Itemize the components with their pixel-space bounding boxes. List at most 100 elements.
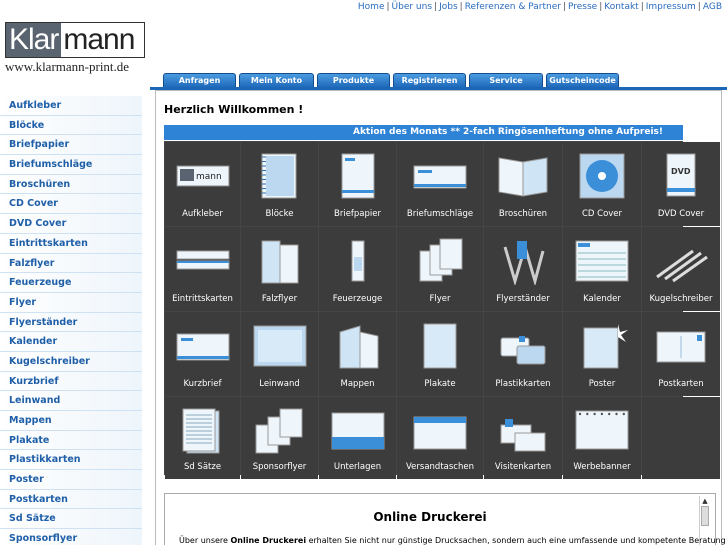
nav-separator: | — [562, 2, 566, 12]
product-label: CD Cover — [581, 209, 623, 219]
folder-icon — [330, 322, 386, 370]
topnav-link[interactable]: Über uns — [392, 2, 433, 12]
short-letter-icon — [175, 322, 231, 370]
sidebar-item[interactable]: Feuerzeuge — [0, 273, 142, 293]
topnav-link[interactable]: Kontakt — [604, 2, 638, 12]
sidebar-item[interactable]: Poster — [0, 470, 142, 490]
logo[interactable]: Klar mann www.klarmann-print.de — [5, 22, 145, 75]
sidebar-item[interactable]: Eintrittskarten — [0, 233, 142, 254]
product-tile[interactable]: Sponsorflyer — [241, 397, 318, 479]
tab-3[interactable]: Registrieren — [393, 73, 466, 88]
product-label: Aufkleber — [182, 209, 223, 219]
sidebar-item[interactable]: Plastikkarten — [0, 450, 142, 471]
product-tile[interactable]: Briefumschläge — [397, 142, 483, 226]
sidebar-item[interactable]: Kugelschreiber — [0, 351, 142, 372]
product-tile[interactable]: Sd Sätze — [165, 397, 240, 479]
sidebar-item[interactable]: Plakate — [0, 430, 142, 451]
product-tile[interactable]: Briefpapier — [319, 142, 396, 226]
product-tile[interactable]: Kalender — [563, 227, 641, 311]
sidebar-item[interactable]: Sponsorflyer — [0, 529, 142, 545]
sidebar-item[interactable]: Flyerständer — [0, 312, 142, 333]
tab-5[interactable]: Gutscheincode — [546, 73, 619, 88]
product-tile[interactable]: Poster — [563, 312, 641, 396]
topnav-link[interactable]: Referenzen & Partner — [465, 2, 561, 12]
tab-4[interactable]: Service — [469, 73, 543, 88]
product-tile[interactable]: Blöcke — [241, 142, 318, 226]
sidebar-item[interactable]: Kalender — [0, 332, 142, 352]
product-tile[interactable]: Kugelschreiber — [642, 227, 720, 311]
product-tile[interactable]: Broschüren — [484, 142, 562, 226]
product-label: Kurzbrief — [183, 379, 222, 389]
pen-icon — [653, 237, 709, 285]
product-label: Kalender — [583, 294, 621, 304]
product-tile[interactable]: Versandtaschen — [397, 397, 483, 479]
tab-2[interactable]: Produkte — [317, 73, 390, 88]
topnav-link[interactable]: AGB — [703, 2, 722, 12]
product-tile[interactable]: Werbebanner — [563, 397, 641, 479]
info-text-post: erhalten Sie nicht nur günstige Drucksac… — [306, 536, 726, 545]
product-tile[interactable]: Falzflyer — [241, 227, 318, 311]
promo-banner[interactable]: Aktion des Monats ** 2-fach Ringösenheft… — [164, 125, 683, 140]
product-label: Werbebanner — [573, 462, 631, 472]
scroll-thumb[interactable] — [701, 506, 709, 526]
sidebar-item[interactable]: Leinwand — [0, 391, 142, 411]
info-text-bold[interactable]: Online Druckerei — [231, 536, 307, 545]
product-label: Leinwand — [259, 379, 300, 389]
product-tile[interactable]: Visitenkarten — [484, 397, 562, 479]
postcard-icon — [653, 322, 709, 370]
product-tile[interactable]: Leinwand — [241, 312, 318, 396]
nav-separator: | — [386, 2, 390, 12]
ticket-icon — [175, 237, 231, 285]
topnav-link[interactable]: Impressum — [646, 2, 696, 12]
product-tile[interactable]: Kurzbrief — [165, 312, 240, 396]
product-tile[interactable]: Flyer — [397, 227, 483, 311]
sidebar-item[interactable]: Kurzbrief — [0, 371, 142, 392]
nav-separator: | — [459, 2, 463, 12]
cd-icon — [574, 152, 630, 200]
product-tile[interactable]: Eintrittskarten — [165, 227, 240, 311]
product-tile[interactable]: DVD DVD Cover — [642, 142, 720, 226]
scroll-up-icon[interactable]: ▲ — [700, 496, 710, 506]
topnav-link[interactable]: Presse — [568, 2, 597, 12]
info-title: Online Druckerei — [373, 510, 487, 524]
sidebar-item[interactable]: Postkarten — [0, 489, 142, 510]
product-tile[interactable]: Plastikkarten — [484, 312, 562, 396]
sidebar-item[interactable]: CD Cover — [0, 194, 142, 215]
product-tile[interactable]: Postkarten — [642, 312, 720, 396]
business-card-icon — [495, 407, 551, 455]
product-tile[interactable]: mann Aufkleber — [165, 142, 240, 226]
sidebar-item[interactable]: Briefpapier — [0, 135, 142, 156]
info-scrollbar[interactable]: ▲ — [699, 496, 710, 545]
canvas-icon — [252, 322, 308, 370]
sidebar-item[interactable]: Falzflyer — [0, 253, 142, 274]
product-tile[interactable]: Flyerständer — [484, 227, 562, 311]
topnav-link[interactable]: Home — [358, 2, 385, 12]
tab-0[interactable]: Anfragen — [163, 73, 236, 88]
product-label: DVD Cover — [657, 209, 705, 219]
product-tile[interactable]: Plakate — [397, 312, 483, 396]
sidebar-item[interactable]: Flyer — [0, 292, 142, 313]
notepad-icon — [252, 152, 308, 200]
sidebar-item[interactable]: Aufkleber — [0, 96, 142, 116]
empty-tile — [642, 397, 720, 479]
sidebar-item[interactable]: Mappen — [0, 411, 142, 431]
top-navigation: Home | Über uns | Jobs | Referenzen & Partner |… — [358, 2, 722, 12]
product-label: Versandtaschen — [406, 462, 474, 472]
svg-text:DVD: DVD — [671, 167, 691, 176]
product-tile[interactable]: Mappen — [319, 312, 396, 396]
product-tile[interactable]: Feuerzeuge — [319, 227, 396, 311]
sidebar-item[interactable]: Briefumschläge — [0, 155, 142, 175]
sidebar-item[interactable]: Broschüren — [0, 174, 142, 195]
sidebar-item[interactable]: DVD Cover — [0, 214, 142, 234]
nav-separator: | — [599, 2, 603, 12]
tab-1[interactable]: Mein Konto — [239, 73, 314, 88]
brochure-icon — [495, 152, 551, 200]
product-tile[interactable]: Unterlagen — [319, 397, 396, 479]
sidebar-item[interactable]: Sd Sätze — [0, 509, 142, 530]
sidebar-item[interactable]: Blöcke — [0, 115, 142, 136]
product-label: Plastikkarten — [495, 379, 551, 389]
product-label: Blöcke — [265, 209, 294, 219]
welcome-heading: Herzlich Willkommen ! — [164, 103, 304, 116]
product-tile[interactable]: CD Cover — [563, 142, 641, 226]
topnav-link[interactable]: Jobs — [439, 2, 458, 12]
